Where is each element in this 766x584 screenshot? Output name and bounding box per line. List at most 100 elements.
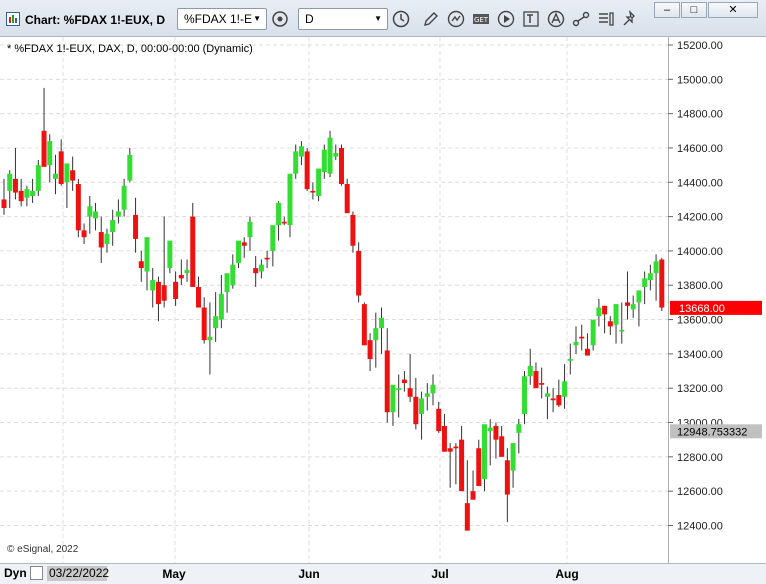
clock-icon[interactable] [391, 9, 411, 29]
candle-up [613, 304, 619, 325]
chevron-down-icon[interactable]: ▼ [253, 9, 261, 29]
chevron-down-icon[interactable]: ▼ [374, 9, 382, 29]
candle-up [522, 376, 528, 414]
candle-down [413, 396, 419, 425]
candle-up [567, 359, 573, 361]
candle-up [287, 173, 293, 226]
candle-up [327, 137, 333, 174]
alert-icon[interactable] [546, 9, 566, 29]
candle-up [510, 443, 516, 471]
interval-value: D [305, 12, 314, 26]
esignal-credit: © eSignal, 2022 [7, 544, 79, 555]
candle-up [24, 189, 30, 198]
price-tick-label: 12800.00 [677, 452, 723, 464]
candle-up [424, 393, 430, 397]
candle-up [333, 153, 339, 157]
price-tick-label: 12600.00 [677, 486, 723, 498]
candle-down [133, 214, 139, 239]
month-label-may: May [162, 567, 186, 581]
candle-up [596, 307, 602, 317]
candle-up [562, 381, 568, 397]
candle-down [464, 503, 470, 531]
candle-down [436, 408, 442, 432]
candle-down [659, 259, 665, 308]
candle-down [401, 379, 407, 384]
interval-combo[interactable]: D ▼ [298, 8, 388, 30]
month-label-jul: Jul [431, 567, 449, 581]
share-icon[interactable] [571, 9, 591, 29]
candle-down [384, 350, 390, 413]
text-tool-icon[interactable] [521, 9, 541, 29]
candle-up [647, 273, 653, 281]
candle-down [173, 281, 179, 299]
minimize-button[interactable]: – [654, 2, 680, 18]
candle-down [493, 425, 499, 440]
candle-up [236, 240, 242, 263]
symbol-value: %FDAX 1!-E [184, 12, 253, 26]
candle-up [110, 220, 116, 233]
candle-down [344, 183, 350, 214]
pencil-icon[interactable] [421, 9, 441, 29]
candle-down [338, 147, 344, 184]
price-tick-label: 13200.00 [677, 383, 723, 395]
date-field[interactable]: 03/22/2022 [47, 566, 109, 581]
candle-up [93, 211, 99, 219]
chart-list-icon[interactable] [596, 9, 616, 29]
pin-icon[interactable] [620, 9, 640, 29]
maximize-button[interactable]: □ [681, 2, 707, 18]
candle-down [155, 281, 161, 305]
candle-up [544, 393, 550, 397]
symbol-link-icon[interactable] [270, 9, 290, 29]
price-tick-label: 13400.00 [677, 349, 723, 361]
symbol-combo[interactable]: %FDAX 1!-E ▼ [177, 8, 267, 30]
play-icon[interactable] [496, 9, 516, 29]
candle-down [579, 336, 585, 339]
candle-up [293, 151, 299, 174]
candle-down [161, 285, 167, 301]
candle-down [281, 221, 287, 224]
candle-up [115, 211, 121, 217]
title-bar: Chart: %FDAX 1!-EUX, D %FDAX 1!-E ▼ D ▼ … [0, 0, 766, 37]
candle-down [12, 178, 18, 193]
candle-up [270, 225, 276, 251]
dynamic-mode-label[interactable]: Dyn [4, 566, 27, 580]
candle-up [630, 304, 636, 310]
price-tick-label: 15200.00 [677, 40, 723, 52]
candle-up [316, 168, 322, 197]
candle-up [430, 384, 436, 394]
price-tick-label: 14400.00 [677, 177, 723, 189]
candle-down [447, 448, 453, 452]
candle-down [195, 286, 201, 308]
candle-down [504, 460, 510, 495]
price-tick-label: 12400.00 [677, 520, 723, 532]
candle-down [607, 321, 613, 327]
candle-up [230, 264, 236, 286]
candle-down [476, 448, 482, 487]
lock-icon[interactable] [30, 566, 43, 580]
candle-up [590, 319, 596, 346]
candle-down [241, 242, 247, 246]
price-tick-label: 14600.00 [677, 143, 723, 155]
candle-down [407, 388, 413, 397]
candle-down [201, 307, 207, 341]
price-tick-label: 13800.00 [677, 280, 723, 292]
candle-down [81, 230, 87, 238]
candle-down [499, 436, 505, 457]
candle-up [52, 173, 58, 179]
price-chart[interactable]: 15200.00 15000.00 14800.00 14600.00 14400.00… [0, 37, 766, 563]
candle-up [573, 341, 579, 346]
close-button[interactable]: ✕ [708, 2, 758, 18]
candle-up [396, 388, 402, 390]
candle-up [642, 278, 648, 287]
candle-up [298, 146, 304, 157]
price-tick-label: 14200.00 [677, 212, 723, 224]
crosshair-price-label: 12948.753332 [677, 426, 747, 438]
candle-down [533, 371, 539, 389]
replay-icon[interactable] [446, 9, 466, 29]
candle-up [213, 316, 219, 329]
candle-up [167, 240, 173, 269]
candle-up [127, 154, 133, 181]
last-price-label: 13668.00 [679, 303, 725, 315]
get-icon[interactable]: GET [471, 9, 491, 29]
candle-down [58, 151, 64, 184]
